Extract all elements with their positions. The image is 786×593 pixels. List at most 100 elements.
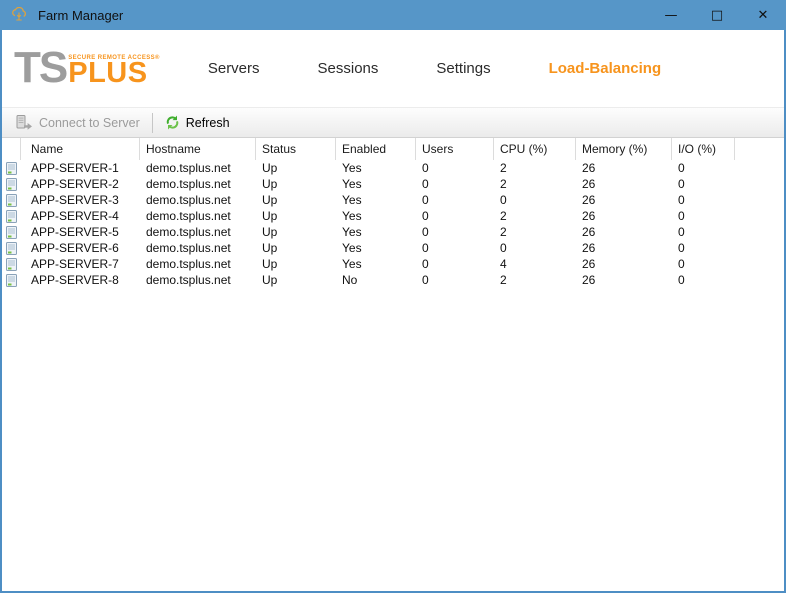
toolbar-separator [152, 113, 153, 133]
nav-tabs: Servers Sessions Settings Load-Balancing [208, 60, 661, 77]
refresh-button[interactable]: Refresh [157, 112, 238, 133]
cell-io: 0 [672, 193, 735, 207]
column-header-filler [735, 138, 784, 160]
cell-name: APP-SERVER-7 [21, 257, 140, 271]
cell-status: Up [256, 257, 336, 271]
column-header-icon[interactable] [2, 138, 21, 160]
cell-users: 0 [416, 177, 494, 191]
table-row[interactable]: APP-SERVER-7demo.tsplus.netUpYes04260 [2, 256, 784, 272]
cell-name: APP-SERVER-5 [21, 225, 140, 239]
server-icon [2, 210, 21, 223]
connect-to-server-label: Connect to Server [39, 116, 140, 130]
cell-hostname: demo.tsplus.net [140, 273, 256, 287]
titlebar-controls: — □ ✕ [648, 0, 786, 30]
cell-enabled: Yes [336, 257, 416, 271]
table-body: APP-SERVER-1demo.tsplus.netUpYes02260APP… [2, 160, 784, 288]
logo-ts-text: TS [14, 51, 66, 85]
minimize-button[interactable]: — [648, 0, 694, 30]
cell-memory: 26 [576, 193, 672, 207]
cell-name: APP-SERVER-3 [21, 193, 140, 207]
cell-name: APP-SERVER-2 [21, 177, 140, 191]
cell-memory: 26 [576, 273, 672, 287]
titlebar: Farm Manager — □ ✕ [0, 0, 786, 30]
server-table: NameHostnameStatusEnabledUsersCPU (%)Mem… [2, 138, 784, 591]
cell-status: Up [256, 225, 336, 239]
cell-users: 0 [416, 225, 494, 239]
cell-cpu: 0 [494, 241, 576, 255]
cell-memory: 26 [576, 257, 672, 271]
tab-sessions[interactable]: Sessions [318, 60, 379, 77]
column-header-users[interactable]: Users [416, 138, 494, 160]
cell-status: Up [256, 161, 336, 175]
cell-status: Up [256, 241, 336, 255]
server-icon [2, 242, 21, 255]
column-header-cpu[interactable]: CPU (%) [494, 138, 576, 160]
server-icon [2, 258, 21, 271]
cell-users: 0 [416, 273, 494, 287]
server-icon [2, 162, 21, 175]
server-icon [2, 226, 21, 239]
table-row[interactable]: APP-SERVER-3demo.tsplus.netUpYes00260 [2, 192, 784, 208]
farm-manager-window: Farm Manager — □ ✕ TS SECURE REMOTE ACCE… [0, 0, 786, 593]
cell-io: 0 [672, 241, 735, 255]
tab-settings[interactable]: Settings [436, 60, 490, 77]
cell-memory: 26 [576, 225, 672, 239]
cell-cpu: 2 [494, 225, 576, 239]
cell-io: 0 [672, 209, 735, 223]
cell-enabled: Yes [336, 225, 416, 239]
column-header-name[interactable]: Name [21, 138, 140, 160]
column-header-enabled[interactable]: Enabled [336, 138, 416, 160]
cell-hostname: demo.tsplus.net [140, 257, 256, 271]
refresh-icon [165, 115, 180, 130]
cell-cpu: 2 [494, 161, 576, 175]
cell-status: Up [256, 209, 336, 223]
close-button[interactable]: ✕ [740, 0, 786, 30]
cell-status: Up [256, 193, 336, 207]
cell-enabled: No [336, 273, 416, 287]
cell-hostname: demo.tsplus.net [140, 225, 256, 239]
server-icon [2, 194, 21, 207]
table-row[interactable]: APP-SERVER-6demo.tsplus.netUpYes00260 [2, 240, 784, 256]
cell-cpu: 2 [494, 209, 576, 223]
cell-enabled: Yes [336, 209, 416, 223]
cell-name: APP-SERVER-4 [21, 209, 140, 223]
table-row[interactable]: APP-SERVER-1demo.tsplus.netUpYes02260 [2, 160, 784, 176]
cell-status: Up [256, 177, 336, 191]
nav-bar: TS SECURE REMOTE ACCESS® PLUS Servers Se… [2, 30, 784, 107]
column-header-memory[interactable]: Memory (%) [576, 138, 672, 160]
cell-hostname: demo.tsplus.net [140, 177, 256, 191]
cell-memory: 26 [576, 161, 672, 175]
toolbar: Connect to Server Refresh [2, 107, 784, 138]
table-header-row: NameHostnameStatusEnabledUsersCPU (%)Mem… [2, 138, 784, 160]
cell-enabled: Yes [336, 193, 416, 207]
table-row[interactable]: APP-SERVER-8demo.tsplus.netUpNo02260 [2, 272, 784, 288]
table-row[interactable]: APP-SERVER-2demo.tsplus.netUpYes02260 [2, 176, 784, 192]
cell-users: 0 [416, 193, 494, 207]
cell-io: 0 [672, 273, 735, 287]
cell-cpu: 4 [494, 257, 576, 271]
connect-to-server-button[interactable]: Connect to Server [8, 112, 148, 133]
maximize-button[interactable]: □ [694, 0, 740, 30]
cell-cpu: 2 [494, 177, 576, 191]
cell-io: 0 [672, 161, 735, 175]
server-icon [2, 178, 21, 191]
cell-io: 0 [672, 225, 735, 239]
window-title: Farm Manager [38, 8, 123, 23]
cell-enabled: Yes [336, 177, 416, 191]
tab-load-balancing[interactable]: Load-Balancing [549, 60, 662, 77]
cell-cpu: 0 [494, 193, 576, 207]
column-header-io[interactable]: I/O (%) [672, 138, 735, 160]
cell-io: 0 [672, 177, 735, 191]
cell-name: APP-SERVER-8 [21, 273, 140, 287]
cell-cpu: 2 [494, 273, 576, 287]
cell-enabled: Yes [336, 241, 416, 255]
cell-memory: 26 [576, 209, 672, 223]
cell-memory: 26 [576, 177, 672, 191]
table-row[interactable]: APP-SERVER-5demo.tsplus.netUpYes02260 [2, 224, 784, 240]
table-row[interactable]: APP-SERVER-4demo.tsplus.netUpYes02260 [2, 208, 784, 224]
tab-servers[interactable]: Servers [208, 60, 260, 77]
column-header-status[interactable]: Status [256, 138, 336, 160]
column-header-hostname[interactable]: Hostname [140, 138, 256, 160]
cell-hostname: demo.tsplus.net [140, 161, 256, 175]
cell-hostname: demo.tsplus.net [140, 241, 256, 255]
